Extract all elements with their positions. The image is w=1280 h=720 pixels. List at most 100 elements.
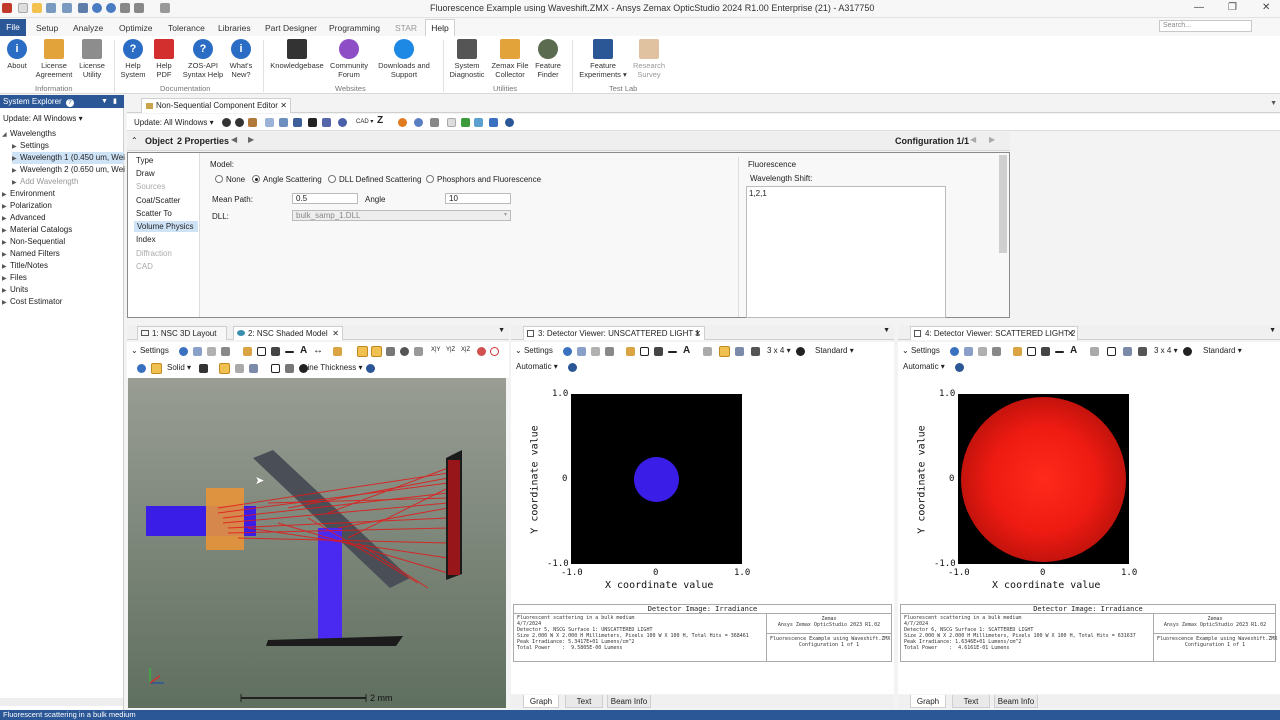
rectangle-icon[interactable]: [257, 347, 266, 356]
search-input[interactable]: Search...: [1159, 20, 1252, 32]
tree-advanced[interactable]: ▶ Advanced: [2, 212, 46, 224]
toggle-icon[interactable]: [430, 118, 439, 127]
license-agreement-button[interactable]: License Agreement: [33, 39, 75, 79]
help-icon[interactable]: [366, 364, 375, 373]
tree-units[interactable]: ▶ Units: [2, 284, 28, 296]
shaded-icon[interactable]: [279, 118, 288, 127]
window-menu-icon[interactable]: ▼: [498, 327, 505, 334]
save-image-icon[interactable]: [207, 347, 216, 356]
tab-detector-viewer-3[interactable]: 3: Detector Viewer: UNSCATTERED LIGHT 1 …: [523, 326, 705, 340]
tab-file[interactable]: File: [0, 19, 26, 36]
tree-files[interactable]: ▶ Files: [2, 272, 27, 284]
stack-icon[interactable]: [751, 347, 760, 356]
open-folder-icon[interactable]: [32, 3, 42, 13]
dash-icon[interactable]: [668, 351, 677, 353]
tree-polarization[interactable]: ▶ Polarization: [2, 200, 52, 212]
save-image-icon[interactable]: [591, 347, 600, 356]
prop-volume-physics[interactable]: Volume Physics: [134, 221, 198, 232]
model-angle-radio[interactable]: [252, 175, 260, 183]
tab-analyze[interactable]: Analyze: [73, 23, 103, 33]
next-icon[interactable]: ▶: [248, 135, 254, 144]
standard-dropdown[interactable]: Standard ▾: [1203, 346, 1242, 355]
print-icon[interactable]: [78, 3, 88, 13]
convert-icon[interactable]: [461, 118, 470, 127]
object-icon[interactable]: [322, 118, 331, 127]
text-tool-icon[interactable]: A: [683, 345, 690, 356]
new-file-icon[interactable]: [18, 3, 28, 13]
grid-icon[interactable]: [308, 118, 317, 127]
clock-icon[interactable]: [1183, 347, 1192, 356]
arrow-right-icon[interactable]: [489, 118, 498, 127]
tab-tolerance[interactable]: Tolerance: [168, 23, 205, 33]
license-utility-button[interactable]: License Utility: [76, 39, 108, 79]
tab-programming[interactable]: Programming: [329, 23, 380, 33]
print-icon[interactable]: [605, 347, 614, 356]
prop-sources[interactable]: Sources: [136, 182, 165, 191]
line-icon[interactable]: [1041, 347, 1050, 356]
close-window-icon[interactable]: ✕: [1262, 2, 1270, 13]
about-button[interactable]: i About: [3, 39, 31, 71]
lock-icon[interactable]: [1090, 347, 1099, 356]
select-tool-icon[interactable]: [357, 346, 368, 357]
line-thickness-dropdown[interactable]: Line Thickness ▾: [303, 363, 362, 372]
background-icon[interactable]: [199, 364, 208, 373]
tab-beam-info[interactable]: Beam Info: [607, 695, 651, 708]
close-tab-icon[interactable]: ✕: [1067, 327, 1074, 340]
prop-coat-scatter[interactable]: Coat/Scatter: [136, 196, 180, 205]
prop-diffraction[interactable]: Diffraction: [136, 249, 172, 258]
tab-part-designer[interactable]: Part Designer: [265, 23, 317, 33]
tab-setup[interactable]: Setup: [36, 23, 58, 33]
close-tab-icon[interactable]: ✕: [280, 99, 287, 113]
camera-icon[interactable]: [249, 364, 258, 373]
cancel-icon[interactable]: [490, 347, 499, 356]
feature-finder-button[interactable]: Feature Finder: [533, 39, 563, 79]
tree-add-wavelength[interactable]: ▶ Add Wavelength: [12, 176, 78, 188]
tab-nsc-shaded-model[interactable]: 2: NSC Shaded Model ✕: [233, 326, 343, 340]
solid-dropdown[interactable]: Solid ▾: [167, 363, 191, 372]
tree-environment[interactable]: ▶ Environment: [2, 188, 55, 200]
tree-non-sequential[interactable]: ▶ Non-Sequential: [2, 236, 65, 248]
model-phosphors-radio[interactable]: [426, 175, 434, 183]
layout-icon[interactable]: [265, 118, 274, 127]
lock-icon[interactable]: [703, 347, 712, 356]
tree-named-filters[interactable]: ▶ Named Filters: [2, 248, 60, 260]
rotate-stop-icon[interactable]: [477, 347, 486, 356]
save-image-icon[interactable]: [978, 347, 987, 356]
settings-icon[interactable]: [248, 118, 257, 127]
zemax-file-collector-button[interactable]: Zemax File Collector: [489, 39, 531, 79]
tab-graph[interactable]: Graph: [523, 695, 559, 708]
wavelength-shift-input[interactable]: 1,2,1: [746, 186, 946, 318]
pin-icon[interactable]: ▮: [113, 95, 117, 108]
grid-size-dropdown[interactable]: 3 x 4 ▾: [767, 346, 791, 355]
ray-trace-icon[interactable]: [398, 118, 407, 127]
config-previous-icon[interactable]: ◀: [970, 135, 976, 144]
prop-scatter-to[interactable]: Scatter To: [136, 209, 172, 218]
dash-icon[interactable]: [285, 351, 294, 353]
dll-dropdown-icon[interactable]: ▾: [504, 211, 507, 218]
tree-cost-estimator[interactable]: ▶ Cost Estimator: [2, 296, 62, 308]
shaded-model-viewport[interactable]: 2 mm ➤: [128, 378, 506, 708]
angle-input[interactable]: 10: [445, 193, 511, 204]
settings-dropdown[interactable]: ⌄ Settings: [515, 346, 553, 355]
light-icon[interactable]: [219, 363, 230, 374]
frame-icon[interactable]: [271, 364, 280, 373]
whats-new-button[interactable]: i What's New?: [226, 39, 256, 79]
copy-icon[interactable]: [577, 347, 586, 356]
tab-libraries[interactable]: Libraries: [218, 23, 251, 33]
tree-wavelength-2[interactable]: ▶ Wavelength 2 (0.650 um, Wei: [12, 164, 125, 176]
mean-path-input[interactable]: 0.5: [292, 193, 358, 204]
fit-icon[interactable]: [414, 347, 423, 356]
tab-nsc-3d-layout[interactable]: 1: NSC 3D Layout: [137, 326, 227, 340]
undo-icon[interactable]: [92, 3, 102, 13]
yz-view-icon[interactable]: Y|Z: [446, 347, 455, 353]
tab-nsc-editor[interactable]: Non-Sequential Component Editor ✕: [141, 98, 291, 113]
dash-icon[interactable]: [1055, 351, 1064, 353]
detector-3-graph[interactable]: 1.0 0 -1.0 -1.0 0 1.0 X coordinate value…: [511, 376, 894, 694]
pan-icon[interactable]: [386, 347, 395, 356]
z-icon[interactable]: Z: [377, 115, 383, 126]
tab-optimize[interactable]: Optimize: [119, 23, 153, 33]
tree-material-catalogs[interactable]: ▶ Material Catalogs: [2, 224, 72, 236]
tab-help[interactable]: Help: [425, 19, 455, 36]
globe-icon[interactable]: [137, 364, 146, 373]
clock-icon[interactable]: [796, 347, 805, 356]
